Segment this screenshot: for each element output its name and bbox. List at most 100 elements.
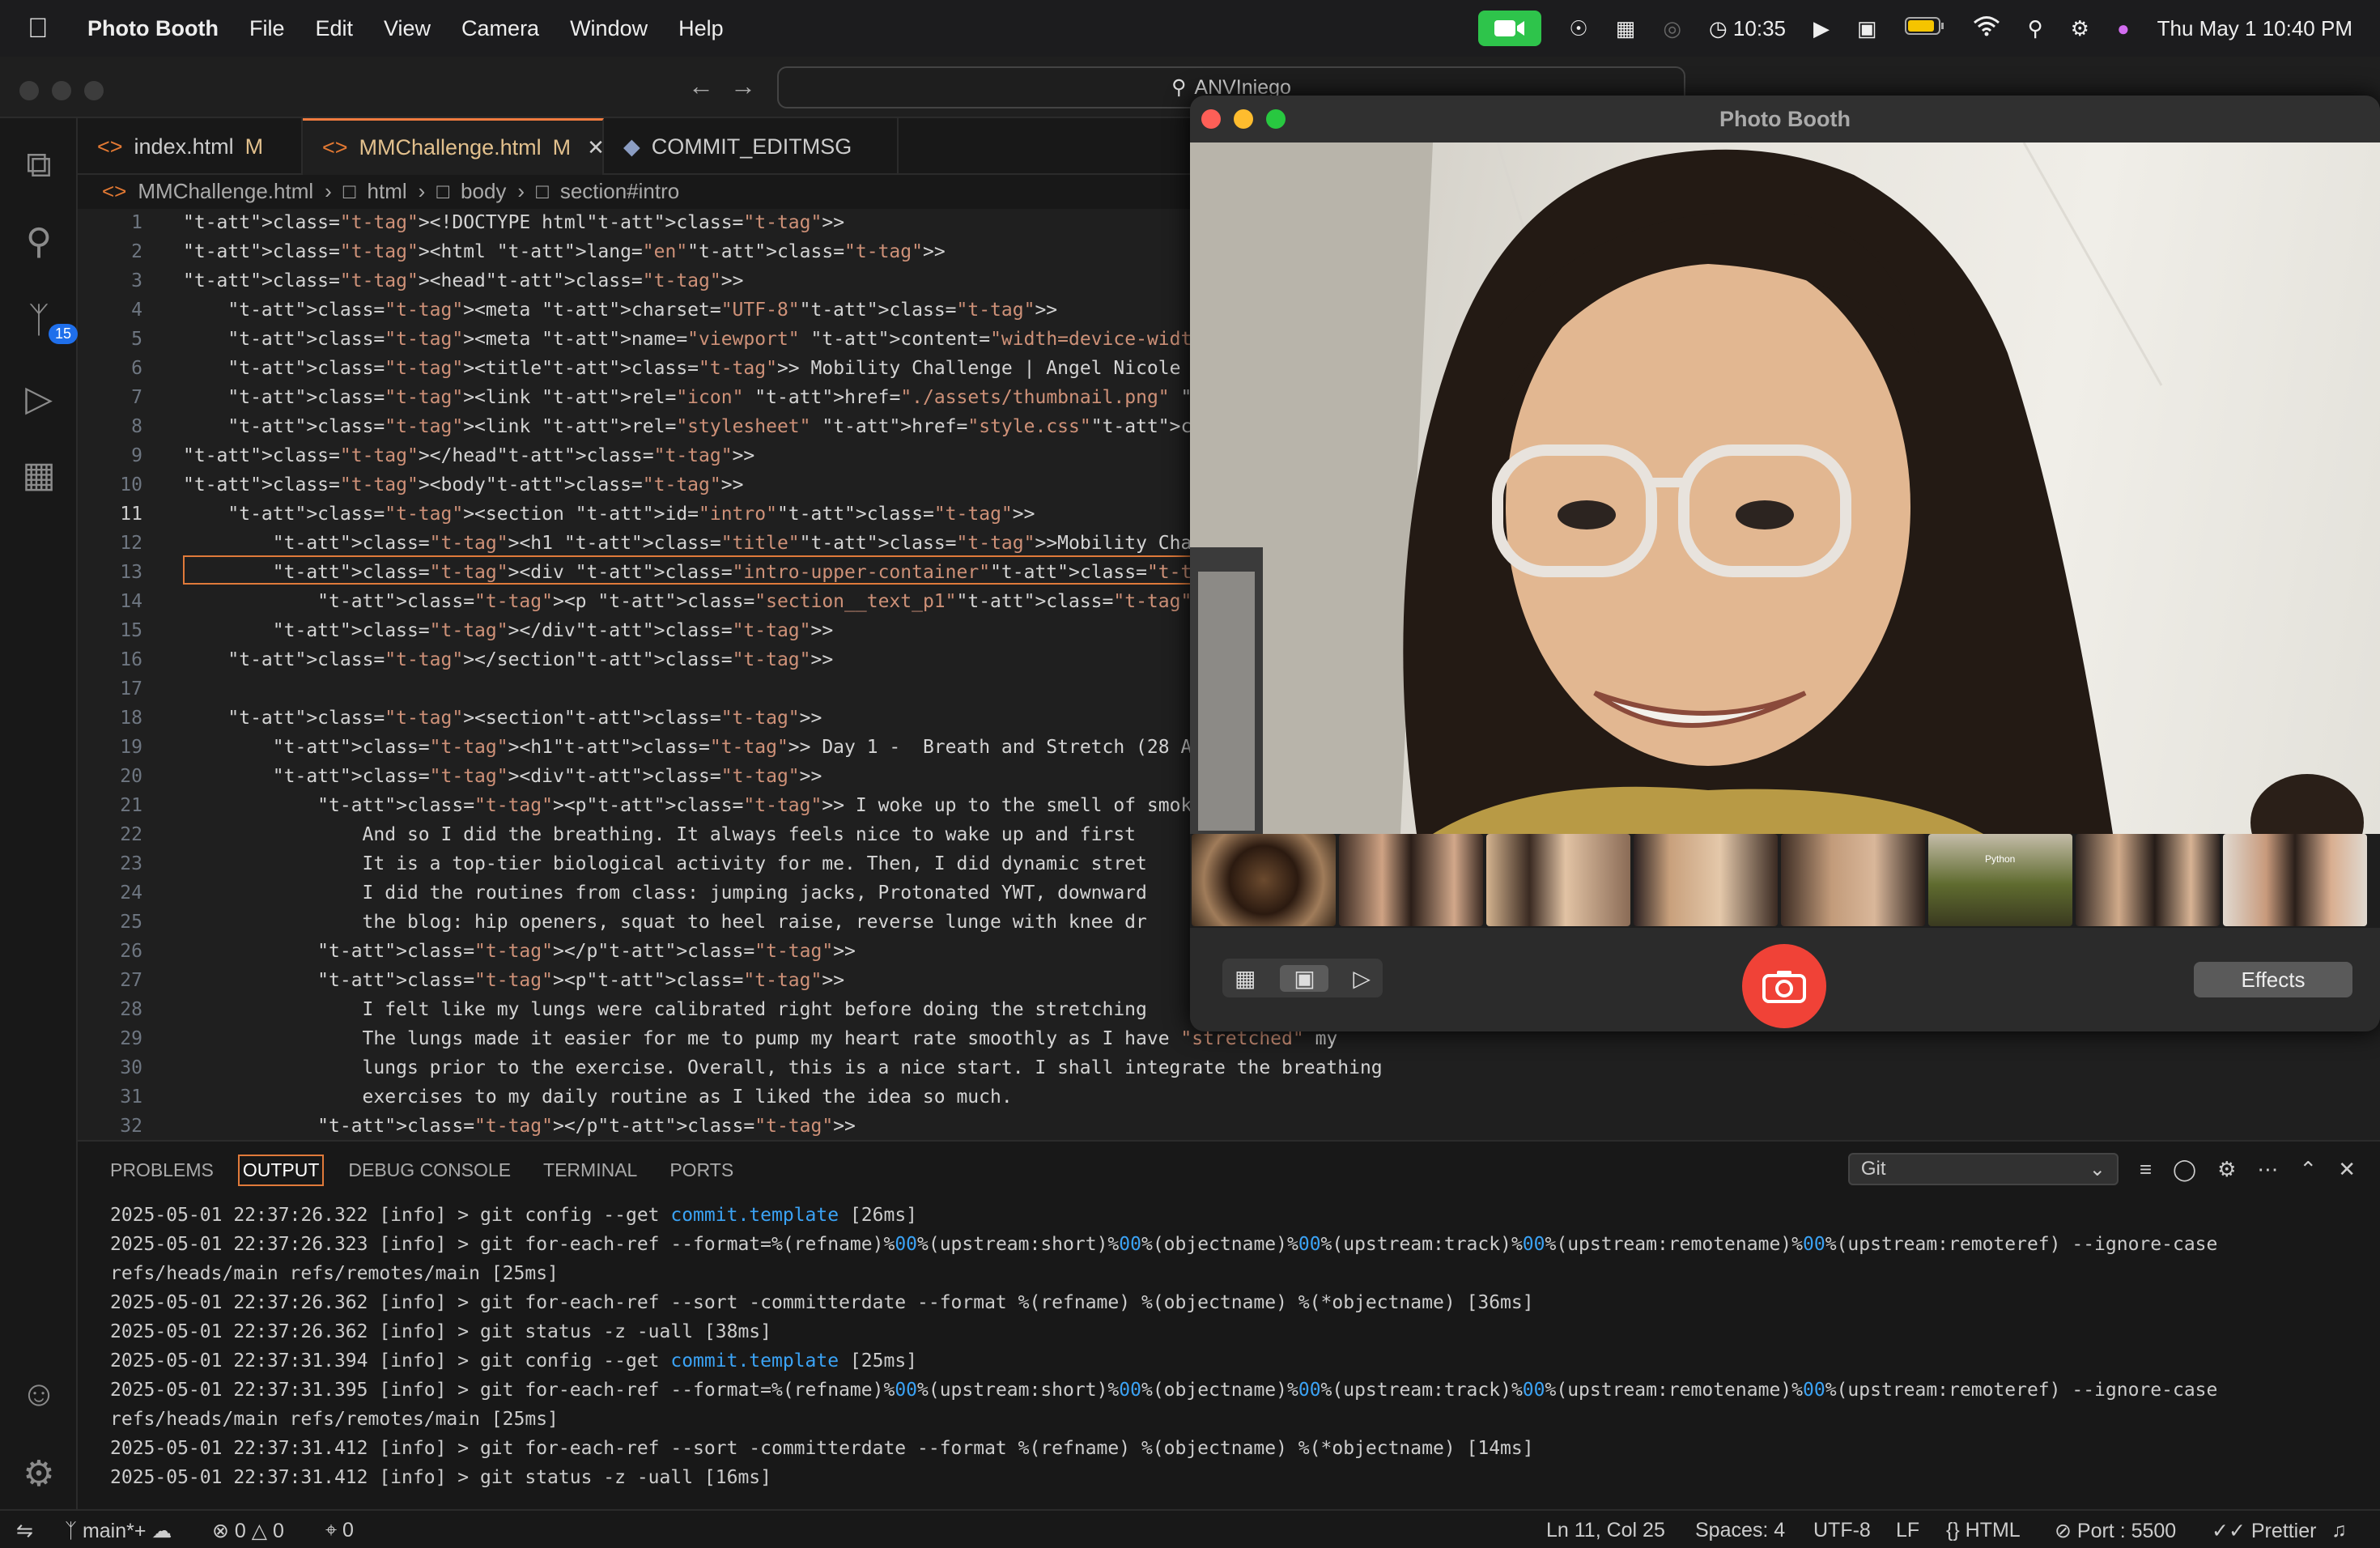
compass-icon[interactable]: ☉ bbox=[1569, 16, 1587, 41]
maximize-panel-icon[interactable]: ⌃ bbox=[2299, 1157, 2317, 1182]
photo-thumbnail[interactable] bbox=[1486, 834, 1630, 926]
line-number: 6 bbox=[131, 358, 142, 379]
source-control-icon[interactable]: ᛉ 15 bbox=[16, 298, 79, 344]
photo-strip[interactable]: Python bbox=[1190, 834, 2380, 928]
tab-commit-editmsg[interactable]: ◆ COMMIT_EDITMSG bbox=[604, 118, 899, 175]
photo-thumbnail[interactable] bbox=[1634, 834, 1778, 926]
code-line: I felt like my lungs were calibrated rig… bbox=[183, 999, 1147, 1020]
problems-status[interactable]: ⊗ 0 △ 0 bbox=[212, 1519, 284, 1543]
search-icon[interactable]: ⚲ bbox=[16, 219, 62, 264]
menu-file[interactable]: File bbox=[249, 16, 285, 41]
airdrop-icon[interactable]: ◎ bbox=[1663, 16, 1681, 41]
tab-debug-console[interactable]: DEBUG CONSOLE bbox=[348, 1159, 511, 1181]
siri-icon[interactable]: ● bbox=[2117, 16, 2130, 41]
chevron-right-icon: › bbox=[517, 178, 525, 203]
wifi-icon[interactable] bbox=[1973, 15, 2000, 42]
settings-gear-icon[interactable]: ⚙ bbox=[2217, 1157, 2236, 1182]
app-menu[interactable]: Photo Booth bbox=[87, 16, 219, 41]
single-photo-mode-icon[interactable]: ▣ bbox=[1280, 964, 1329, 992]
close-tab-icon[interactable]: ✕ bbox=[587, 135, 605, 160]
photo-thumbnail[interactable] bbox=[2076, 834, 2220, 926]
tab-index-html[interactable]: <> index.html M bbox=[78, 118, 303, 175]
code-line: "t-att">class="t-tag"><head"t-att">class… bbox=[183, 270, 744, 291]
element-icon: □ bbox=[342, 178, 356, 203]
status-bar: ⇋ ᛉ main*+ ☁ ⊗ 0 △ 0 ⌖ 0 Ln 11, Col 25 S… bbox=[0, 1509, 2380, 1548]
camera-icon bbox=[1762, 971, 1806, 1003]
breadcrumb-item[interactable]: body bbox=[461, 179, 506, 204]
tab-ports[interactable]: PORTS bbox=[669, 1159, 733, 1181]
apple-menu-icon[interactable]:  bbox=[28, 13, 60, 45]
live-server-port[interactable]: ⊘ Port : 5500 bbox=[2055, 1519, 2176, 1543]
code-line: "t-att">class="t-tag"></head"t-att">clas… bbox=[183, 445, 755, 466]
line-number: 11 bbox=[120, 504, 142, 525]
indentation[interactable]: Spaces: 4 bbox=[1695, 1519, 1785, 1542]
breadcrumb: <> MMChallenge.html › □ html › □ body › … bbox=[78, 175, 679, 207]
back-arrow-icon[interactable]: ← bbox=[688, 71, 714, 101]
line-number: 8 bbox=[131, 416, 142, 437]
menu-window[interactable]: Window bbox=[570, 16, 648, 41]
facetime-camera-icon[interactable] bbox=[1478, 11, 1542, 46]
minimize-window-button[interactable] bbox=[1234, 109, 1253, 129]
tab-problems[interactable]: PROBLEMS bbox=[110, 1159, 214, 1181]
branch-status[interactable]: ᛉ main*+ ☁ bbox=[65, 1519, 172, 1543]
more-actions-icon[interactable]: ⋯ bbox=[2257, 1157, 2278, 1182]
car-icon[interactable]: ▣ bbox=[1857, 16, 1877, 41]
tab-output[interactable]: OUTPUT bbox=[237, 1154, 325, 1186]
code-line: "t-att">class="t-tag"><!DOCTYPE html"t-a… bbox=[183, 212, 845, 233]
close-window-button[interactable] bbox=[19, 81, 39, 100]
log-line: 2025-05-01 22:37:31.394 [info] > git con… bbox=[110, 1350, 918, 1372]
timer-icon[interactable]: ◷ 10:35 bbox=[1709, 16, 1786, 41]
account-icon[interactable]: ☺ bbox=[16, 1372, 62, 1417]
menu-view[interactable]: View bbox=[384, 16, 431, 41]
line-number: 10 bbox=[120, 474, 142, 495]
prettier-status[interactable]: ✓✓ Prettier bbox=[2212, 1519, 2316, 1543]
tab-terminal[interactable]: TERMINAL bbox=[543, 1159, 637, 1181]
output-channel-select[interactable]: Git ⌄ bbox=[1847, 1153, 2119, 1185]
menu-camera[interactable]: Camera bbox=[461, 16, 539, 41]
tab-mmchallenge-html[interactable]: <> MMChallenge.html M ✕ bbox=[303, 118, 605, 175]
zoom-window-button[interactable] bbox=[1266, 109, 1286, 129]
remote-icon[interactable]: ⇋ bbox=[16, 1519, 33, 1543]
photo-thumbnail[interactable]: Python bbox=[1928, 834, 2072, 926]
effects-button[interactable]: Effects bbox=[2194, 962, 2352, 997]
extensions-icon[interactable]: ▦ bbox=[16, 452, 62, 497]
encoding[interactable]: UTF-8 bbox=[1813, 1519, 1871, 1542]
display-icon[interactable]: ▦ bbox=[1616, 16, 1636, 41]
breadcrumb-item[interactable]: section#intro bbox=[560, 179, 679, 204]
ports-status[interactable]: ⌖ 0 bbox=[325, 1519, 354, 1542]
manage-gear-icon[interactable]: ⚙ bbox=[16, 1451, 62, 1496]
take-photo-button[interactable] bbox=[1742, 944, 1826, 1028]
photo-thumbnail[interactable] bbox=[1339, 834, 1483, 926]
minimize-window-button[interactable] bbox=[52, 81, 71, 100]
close-window-button[interactable] bbox=[1201, 109, 1221, 129]
cursor-position[interactable]: Ln 11, Col 25 bbox=[1546, 1519, 1665, 1542]
breadcrumb-item[interactable]: MMChallenge.html bbox=[138, 179, 313, 204]
battery-icon[interactable] bbox=[1904, 16, 1945, 41]
close-panel-icon[interactable]: ✕ bbox=[2338, 1157, 2356, 1182]
video-mode-icon[interactable]: ▷ bbox=[1353, 965, 1371, 992]
four-up-mode-icon[interactable]: ▦ bbox=[1235, 965, 1256, 992]
menu-help[interactable]: Help bbox=[678, 16, 724, 41]
photo-thumbnail[interactable] bbox=[2223, 834, 2367, 926]
clear-output-icon[interactable]: ≡ bbox=[2140, 1157, 2152, 1182]
control-center-icon[interactable]: ⚙ bbox=[2071, 16, 2089, 41]
forward-arrow-icon[interactable]: → bbox=[730, 71, 756, 101]
line-number: 30 bbox=[120, 1057, 142, 1078]
explorer-icon[interactable]: ⧉ bbox=[16, 142, 62, 188]
language-mode[interactable]: {} HTML bbox=[1946, 1519, 2021, 1542]
zoom-window-button[interactable] bbox=[84, 81, 104, 100]
photo-thumbnail[interactable] bbox=[1192, 834, 1336, 926]
breadcrumb-item[interactable]: html bbox=[368, 179, 407, 204]
notifications-bell-icon[interactable]: ♫ bbox=[2331, 1519, 2347, 1542]
photo-thumbnail[interactable] bbox=[1781, 834, 1925, 926]
line-ending[interactable]: LF bbox=[1896, 1519, 1919, 1542]
menu-edit[interactable]: Edit bbox=[315, 16, 353, 41]
play-icon[interactable]: ▶ bbox=[1813, 16, 1830, 41]
chevron-right-icon: › bbox=[418, 178, 426, 203]
menu-bar:  Photo Booth File Edit View Camera Wind… bbox=[0, 0, 2380, 57]
spotlight-search-icon[interactable]: ⚲ bbox=[2028, 16, 2043, 41]
line-number: 29 bbox=[120, 1028, 142, 1049]
clock[interactable]: Thu May 1 10:40 PM bbox=[2157, 16, 2352, 41]
lock-icon[interactable]: ◯ bbox=[2173, 1157, 2196, 1182]
run-debug-icon[interactable]: ▷ bbox=[16, 376, 62, 421]
